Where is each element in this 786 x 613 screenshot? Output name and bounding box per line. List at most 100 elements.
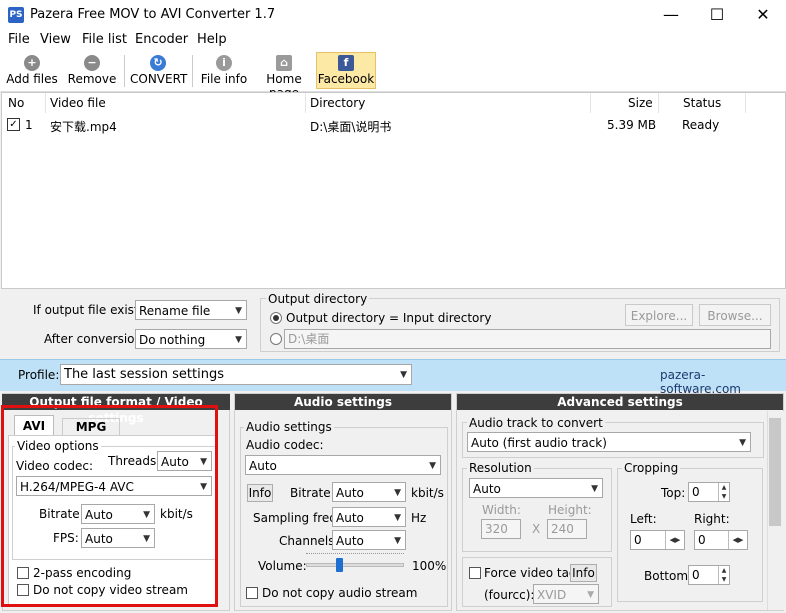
file-list[interactable] [1,92,786,289]
maximize-icon[interactable]: ☐ [694,0,740,30]
menu-help[interactable]: Help [197,32,227,47]
no-copy-audio-checkbox[interactable] [246,587,258,599]
resolution-value: Auto [473,482,501,496]
audio-bitrate-unit: kbit/s [411,486,444,500]
explore-button[interactable]: Explore... [625,304,693,326]
menu-view[interactable]: View [40,32,71,47]
spin-icon[interactable]: ▲ ▼ [718,483,729,501]
channels-value: Auto [336,534,364,548]
info-icon: i [216,55,232,71]
audio-bitrate-select[interactable]: Auto ▼ [332,482,406,502]
home-page-button[interactable]: ⌂ Home page [254,53,314,100]
column-size[interactable]: Size [628,96,653,110]
crop-bottom-value: 0 [692,568,700,582]
fourcc-label: (fourcc): [484,588,535,602]
crop-top-label: Top: [661,486,686,500]
chevron-down-icon: ▼ [235,306,242,316]
advanced-scrollbar-thumb[interactable] [769,418,781,526]
menu-file-list[interactable]: File list [82,32,127,47]
profile-label: Profile: [18,368,60,382]
minus-icon: − [84,55,100,71]
facebook-button[interactable]: f Facebook [316,52,376,89]
column-no[interactable]: No [8,96,24,110]
spin-icon[interactable]: ▲ ▼ [718,566,729,584]
file-info-button[interactable]: i File info [200,53,248,89]
volume-slider-thumb[interactable] [336,558,343,572]
column-status[interactable]: Status [683,96,721,110]
close-icon[interactable]: ✕ [740,0,786,30]
add-files-button[interactable]: + Add files [6,53,58,89]
profile-value: The last session settings [64,367,224,382]
after-conversion-select[interactable]: Do nothing ▼ [135,329,247,349]
browse-button[interactable]: Browse... [699,304,771,326]
row-checkbox[interactable]: ✓ [7,118,20,131]
if-exists-value: Rename file [139,304,211,318]
plus-icon: + [24,55,40,71]
audio-track-value: Auto (first audio track) [471,436,607,450]
menu-file[interactable]: File [8,32,30,47]
audio-track-select[interactable]: Auto (first audio track) ▼ [467,432,751,452]
crop-top-value: 0 [692,485,700,499]
resolution-select[interactable]: Auto ▼ [469,478,603,498]
volume-value: 100% [412,559,447,573]
home-icon: ⌂ [276,55,292,71]
channels-label: Channels: [279,534,339,548]
audio-codec-select[interactable]: Auto ▼ [245,455,441,475]
convert-button[interactable]: ↻ CONVERT [130,53,187,89]
cropping-title: Cropping [622,461,681,475]
crop-left-value: 0 [634,533,642,547]
custom-directory-radio[interactable] [270,333,282,345]
chevron-down-icon: ▼ [394,488,401,498]
output-directory-input[interactable]: D:\桌面 [284,329,771,349]
force-tag-checkbox[interactable] [469,567,481,579]
chevron-down-icon: ▼ [235,335,242,345]
remove-button[interactable]: − Remove [66,53,118,89]
video-tag-info-button[interactable]: Info [570,564,597,582]
force-tag-label: Force video tag [484,566,577,580]
spin-icon[interactable]: ◀▶ [728,531,747,549]
crop-top-input[interactable]: 0 ▲ ▼ [688,482,730,502]
website-link[interactable]: pazera-software.com [660,368,786,396]
column-directory[interactable]: Directory [310,96,365,110]
audio-track-title: Audio track to convert [467,416,605,430]
volume-slider[interactable] [306,563,404,567]
minimize-icon[interactable]: — [648,0,694,30]
audio-codec-label: Audio codec: [246,438,324,452]
after-conversion-value: Do nothing [139,333,206,347]
dimension-x-label: X [532,522,541,536]
audio-codec-value: Auto [249,459,277,473]
column-separator [590,93,591,113]
channels-select[interactable]: Auto ▼ [332,530,406,550]
width-input[interactable]: 320 [481,519,521,539]
after-conversion-label: After conversion: [44,332,147,346]
column-video-file[interactable]: Video file [50,96,106,110]
crop-left-input[interactable]: 0 ◀▶ [630,530,685,550]
toolbar-separator [192,55,193,87]
volume-label: Volume: [258,559,307,573]
height-input[interactable]: 240 [547,519,587,539]
sampling-select[interactable]: Auto ▼ [332,507,406,527]
resolution-title: Resolution [467,461,534,475]
menu-encoder[interactable]: Encoder [135,32,188,47]
profile-select[interactable]: The last session settings ▼ [60,364,412,385]
file-info-label: File info [200,72,248,86]
toolbar-separator [124,55,125,87]
audio-info-button[interactable]: Info [247,484,273,502]
app-icon: PS [8,7,24,23]
column-separator [745,93,746,113]
spin-icon[interactable]: ◀▶ [665,531,684,549]
same-directory-radio[interactable] [270,312,282,324]
audio-bitrate-value: Auto [336,486,364,500]
crop-right-label: Right: [694,512,730,526]
chevron-down-icon: ▼ [400,370,407,380]
facebook-label: Facebook [317,72,375,86]
output-directory-title: Output directory [266,292,370,306]
if-exists-select[interactable]: Rename file ▼ [135,300,247,320]
same-directory-label: Output directory = Input directory [286,311,492,325]
fourcc-select[interactable]: XVID ▼ [533,584,599,604]
crop-bottom-input[interactable]: 0 ▲ ▼ [688,565,730,585]
row-file-name[interactable]: 安下载.mp4 [50,118,117,135]
sampling-unit: Hz [411,511,427,525]
crop-right-input[interactable]: 0 ◀▶ [694,530,748,550]
sampling-label: Sampling freq.: [253,511,345,525]
